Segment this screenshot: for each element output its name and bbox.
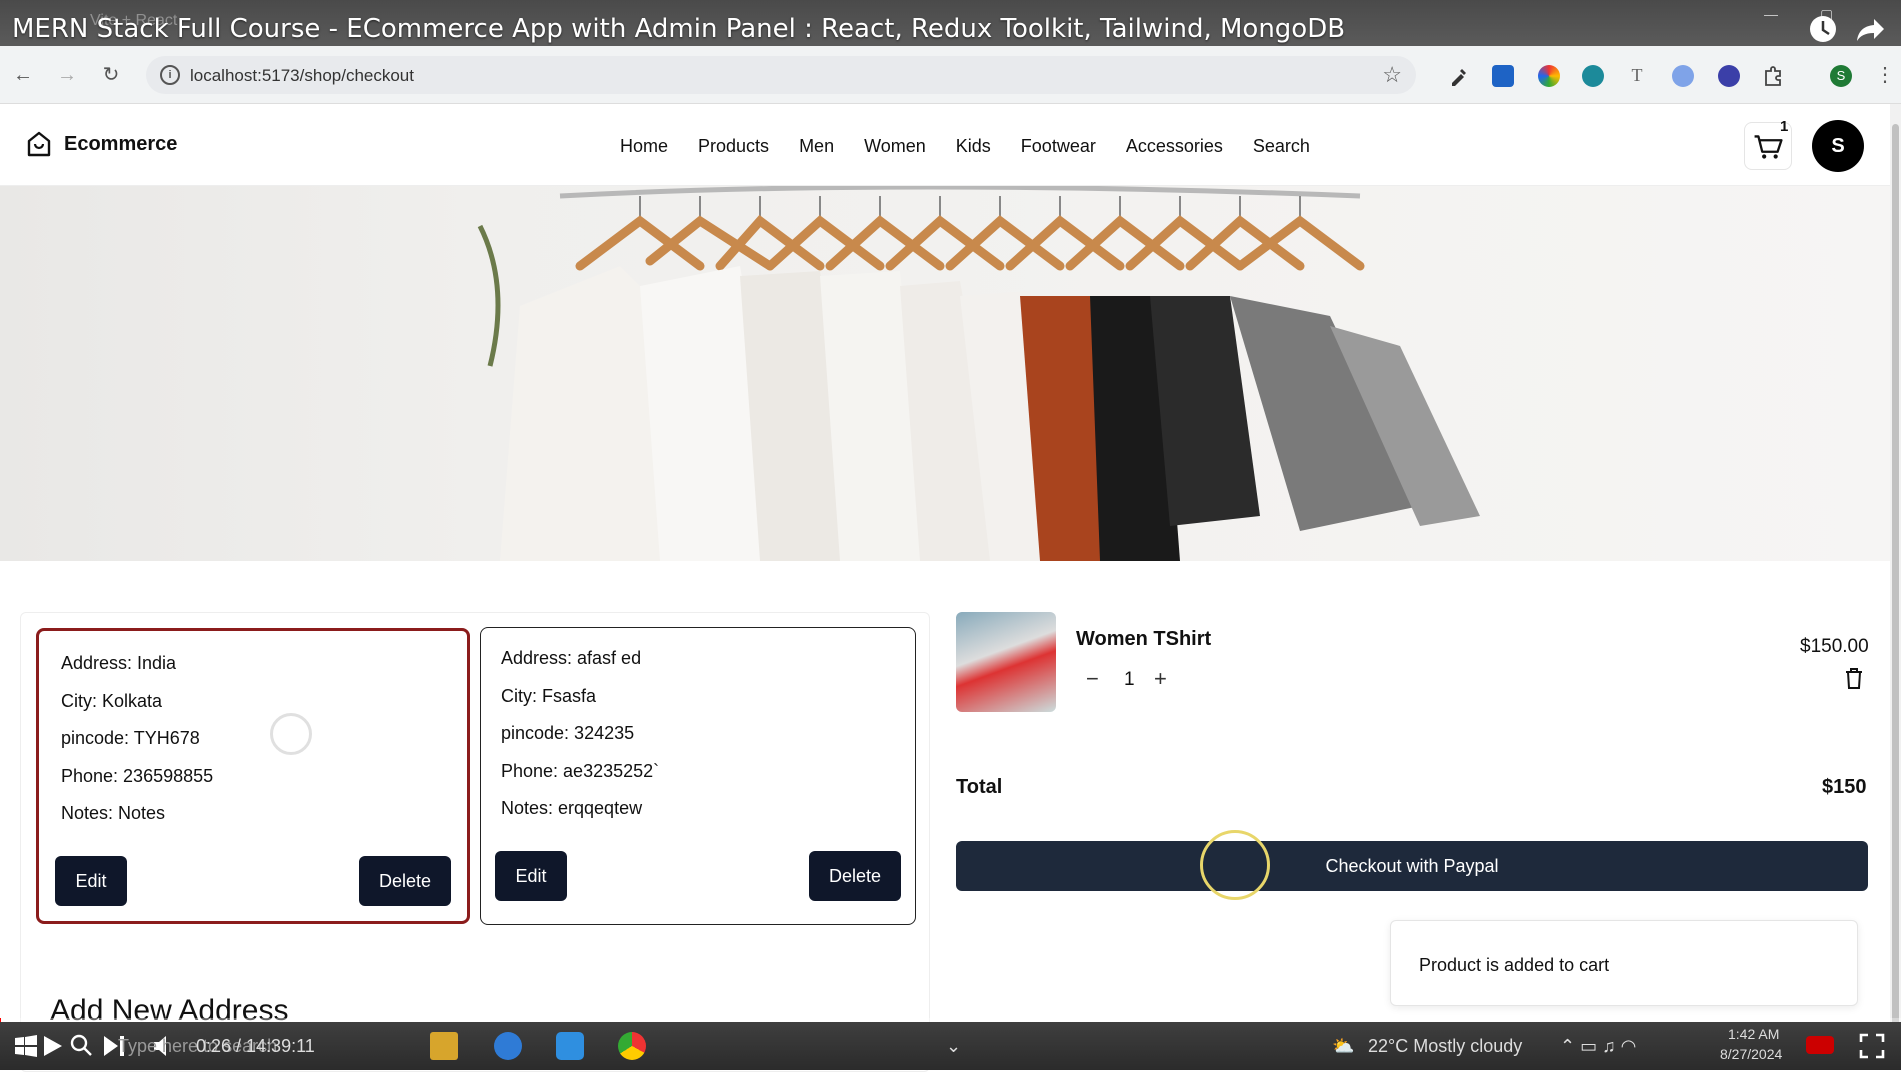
quantity-increase-button[interactable]: + [1154,666,1167,692]
search-extension-icon[interactable] [1672,65,1694,87]
taskbar: Type here to search 0:26 / 14:39:11 ⌄ ⛅ … [0,1022,1901,1070]
minimize-icon[interactable]: — [1764,6,1778,22]
brand-link[interactable]: Ecommerce [26,130,177,158]
weather-icon: ⛅ [1332,1036,1355,1056]
edit-address-button[interactable]: Edit [55,856,127,906]
phone-line: Phone: 236598855 [61,766,214,786]
scrollbar-thumb[interactable] [1892,124,1899,1044]
video-title[interactable]: MERN Stack Full Course - ECommerce App w… [12,14,1345,44]
quantity-decrease-button[interactable]: − [1086,666,1099,692]
city-line: City: Fsasfa [501,686,597,706]
clothes-rack-image [477,186,1480,561]
total-label: Total [956,776,1003,798]
hd-icon[interactable] [1806,1036,1834,1054]
menu-item-home[interactable]: Home [620,136,668,157]
house-logo-icon [27,131,51,157]
loading-spinner [270,713,312,755]
notes-line: Notes: Notes [61,803,166,823]
file-explorer-icon[interactable] [430,1032,458,1060]
profile-avatar[interactable]: S [1830,65,1852,87]
item-price: $150.00 [1800,636,1869,657]
main-menu: Home Products Men Women Kids Footwear Ac… [620,136,1310,157]
brand-name: Ecommerce [64,132,178,155]
color-extension-icon[interactable] [1538,65,1560,87]
watch-later-icon[interactable] [1806,12,1840,46]
total-value: $150 [1822,776,1867,798]
menu-item-search[interactable]: Search [1253,136,1310,157]
pincode-line: pincode: TYH678 [61,728,200,748]
weather-text[interactable]: 22°C Mostly cloudy [1368,1036,1522,1057]
address-card-selected[interactable]: Address: India City: Kolkata pincode: TY… [36,628,470,924]
fullscreen-icon[interactable] [1858,1032,1886,1060]
chevron-down-icon[interactable]: ⌄ [946,1036,961,1057]
address-card[interactable]: Address: afasf ed City: Fsasfa pincode: … [480,627,916,925]
app-header: Ecommerce Home Products Men Women Kids F… [0,104,1901,186]
notes-line: Notes: erqqeqtew [501,798,643,818]
vpn-extension-icon[interactable] [1718,65,1740,87]
eyedropper-extension-icon[interactable] [1448,65,1470,87]
menu-item-footwear[interactable]: Footwear [1021,136,1096,157]
search-icon[interactable] [68,1032,96,1060]
pincode-line: pincode: 324235 [501,723,635,743]
product-thumbnail [956,612,1056,712]
user-avatar[interactable]: S [1812,120,1864,172]
url-text[interactable]: localhost:5173/shop/checkout [190,66,414,86]
browser-menu-icon[interactable]: ⋮ [1872,62,1898,88]
cart-count-badge: 1 [1780,118,1789,135]
toast-message: Product is added to cart [1419,955,1610,975]
tray-icons[interactable]: ⌃ ▭ ♫ ◠ [1560,1036,1636,1057]
checkout-paypal-button[interactable]: Checkout with Paypal [956,841,1868,891]
address-bar[interactable]: i localhost:5173/shop/checkout ☆ [146,56,1416,94]
address-line: Address: India [61,653,177,673]
delete-address-button[interactable]: Delete [359,856,451,906]
phone-line: Phone: ae3235252` [501,761,660,781]
forward-icon[interactable]: → [54,62,80,88]
text-extension-icon[interactable]: T [1626,65,1648,87]
page-scrollbar[interactable] [1890,104,1901,1044]
city-line: City: Kolkata [61,691,163,711]
windows-start-icon[interactable] [12,1032,40,1060]
play-icon[interactable] [38,1032,66,1060]
extensions-puzzle-icon[interactable] [1762,65,1784,87]
share-icon[interactable] [1854,12,1888,46]
product-name: Women TShirt [1076,628,1212,650]
extension-icon[interactable] [1492,65,1514,87]
address-line: Address: afasf ed [501,648,642,668]
menu-item-products[interactable]: Products [698,136,769,157]
menu-item-men[interactable]: Men [799,136,834,157]
clock-date: 8/27/2024 [1720,1046,1783,1062]
site-info-icon[interactable]: i [160,65,180,85]
chrome-icon[interactable] [618,1032,646,1060]
quantity-value: 1 [1124,669,1135,690]
browser-toolbar: ← → ↻ i localhost:5173/shop/checkout ☆ T… [0,46,1901,104]
clock-time: 1:42 AM [1728,1026,1780,1042]
menu-item-women[interactable]: Women [864,136,926,157]
edit-address-button[interactable]: Edit [495,851,567,901]
trash-icon[interactable] [1843,666,1865,690]
back-icon[interactable]: ← [10,62,36,88]
globe-extension-icon[interactable] [1582,65,1604,87]
bookmark-star-icon[interactable]: ☆ [1382,62,1402,88]
menu-item-accessories[interactable]: Accessories [1126,136,1223,157]
hero-banner [0,186,1901,561]
menu-item-kids[interactable]: Kids [956,136,991,157]
reload-icon[interactable]: ↻ [98,62,124,88]
app-icon[interactable] [494,1032,522,1060]
cursor-highlight [1200,830,1270,900]
toast-notification: Product is added to cart [1390,920,1858,1006]
video-time: 0:26 / 14:39:11 [196,1036,315,1056]
delete-address-button[interactable]: Delete [809,851,901,901]
vscode-icon[interactable] [556,1032,584,1060]
